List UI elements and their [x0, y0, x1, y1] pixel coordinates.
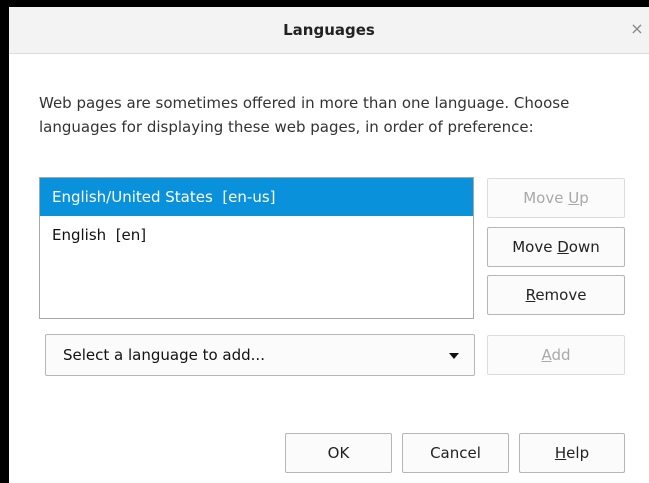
- move-down-label-pre: Move: [512, 238, 558, 256]
- remove-label-post: emove: [535, 286, 587, 304]
- remove-button[interactable]: Remove: [487, 275, 625, 315]
- language-item-en[interactable]: English [en]: [40, 216, 473, 254]
- help-button[interactable]: Help: [519, 433, 625, 473]
- move-down-button[interactable]: Move Down: [487, 227, 625, 267]
- language-select[interactable]: Select a language to add...: [45, 334, 475, 376]
- move-up-label-pre: Move: [523, 189, 569, 207]
- language-list[interactable]: English/United States [en-us] English [e…: [39, 177, 474, 319]
- remove-accesskey: R: [525, 286, 536, 304]
- add-button[interactable]: Add: [487, 335, 625, 375]
- move-down-label-post: own: [568, 238, 600, 256]
- add-label-post: dd: [551, 346, 571, 364]
- dialog-title: Languages: [283, 21, 375, 39]
- description-text: Web pages are sometimes offered in more …: [39, 94, 570, 136]
- close-icon[interactable]: ×: [627, 18, 647, 40]
- cancel-button[interactable]: Cancel: [402, 433, 509, 473]
- move-up-button[interactable]: Move Up: [487, 178, 625, 218]
- title-bar: Languages ×: [9, 7, 649, 54]
- languages-dialog: Languages × Web pages are sometimes offe…: [9, 7, 649, 483]
- language-select-value: Select a language to add...: [63, 346, 265, 364]
- move-up-label-post: p: [579, 189, 589, 207]
- add-accesskey: A: [541, 346, 552, 364]
- move-down-accesskey: D: [557, 238, 569, 256]
- ok-button[interactable]: OK: [285, 433, 392, 473]
- dropdown-arrow-icon: [449, 353, 459, 359]
- help-label-post: elp: [566, 444, 590, 462]
- help-accesskey: H: [554, 444, 567, 462]
- language-item-en-us[interactable]: English/United States [en-us]: [40, 178, 473, 216]
- move-up-accesskey: U: [568, 189, 580, 207]
